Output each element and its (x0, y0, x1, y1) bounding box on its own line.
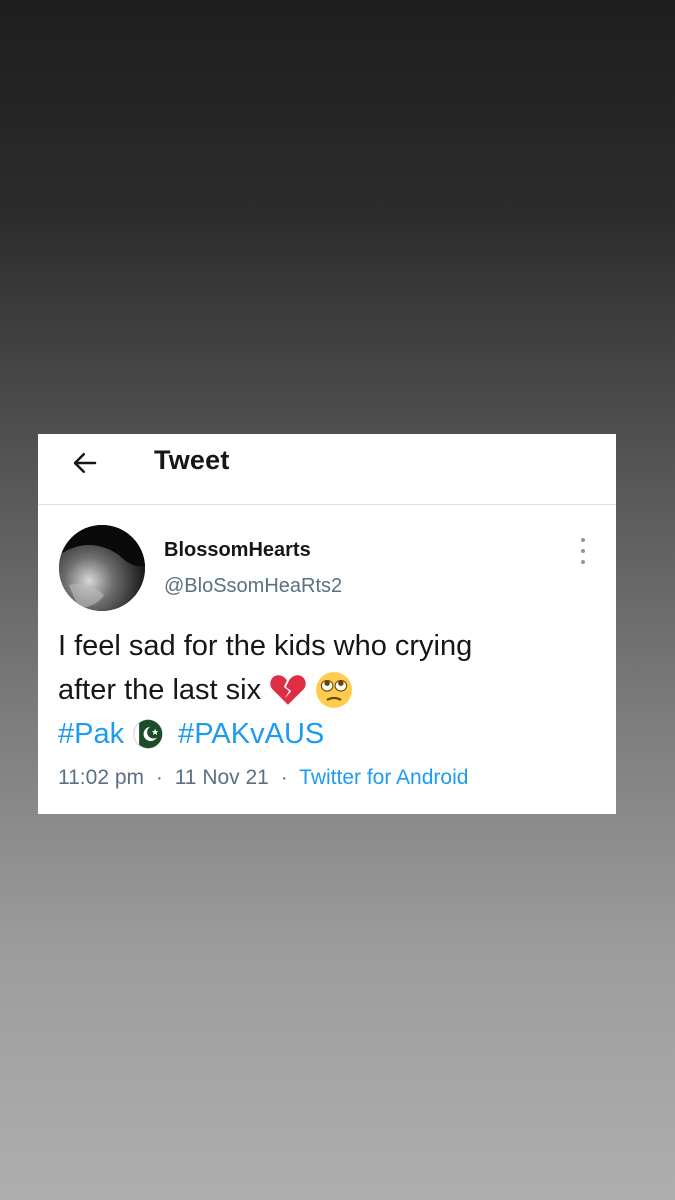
tweet-header: Tweet (38, 434, 616, 505)
more-dot-icon (581, 549, 585, 553)
back-button[interactable] (68, 446, 102, 480)
author-handle[interactable]: @BloSsomHeaRts2 (164, 575, 342, 598)
more-dot-icon (581, 538, 585, 542)
avatar[interactable] (59, 525, 145, 611)
tweet-time[interactable]: 11:02 pm (58, 766, 144, 789)
face-with-rolling-eyes-icon (316, 672, 353, 708)
broken-heart-icon (270, 675, 306, 705)
meta-separator: · (155, 766, 163, 789)
tweet-text: I feel sad for the kids who crying after… (58, 624, 606, 756)
tweet-date[interactable]: 11 Nov 21 (175, 766, 269, 789)
tweet-text-line-2: after the last six (58, 668, 606, 712)
tweet-metadata: 11:02 pm · 11 Nov 21 · Twitter for Andro… (58, 766, 468, 790)
arrow-left-icon (73, 453, 97, 473)
page-title: Tweet (154, 445, 230, 475)
pakistan-flag-icon (133, 719, 163, 749)
more-dot-icon (581, 560, 585, 564)
hashtag-link[interactable]: #Pak (58, 712, 124, 756)
tweet-card: Tweet BlossomHearts @BloSsomHeaRts2 I fe… (38, 434, 616, 814)
avatar-image (59, 525, 145, 611)
tweet-source-link[interactable]: Twitter for Android (299, 766, 468, 789)
tweet-hashtag-line: #Pak #PAKvAUS (58, 712, 606, 756)
more-options-button[interactable] (576, 538, 590, 564)
hashtag-link[interactable]: #PAKvAUS (178, 712, 324, 756)
author-display-name[interactable]: BlossomHearts (164, 539, 311, 562)
tweet-text-line-1: I feel sad for the kids who crying (58, 624, 606, 668)
tweet-text-content: after the last six (58, 674, 262, 706)
meta-separator: · (280, 766, 288, 789)
tweet-text-content: I feel sad for the kids who crying (58, 630, 473, 662)
